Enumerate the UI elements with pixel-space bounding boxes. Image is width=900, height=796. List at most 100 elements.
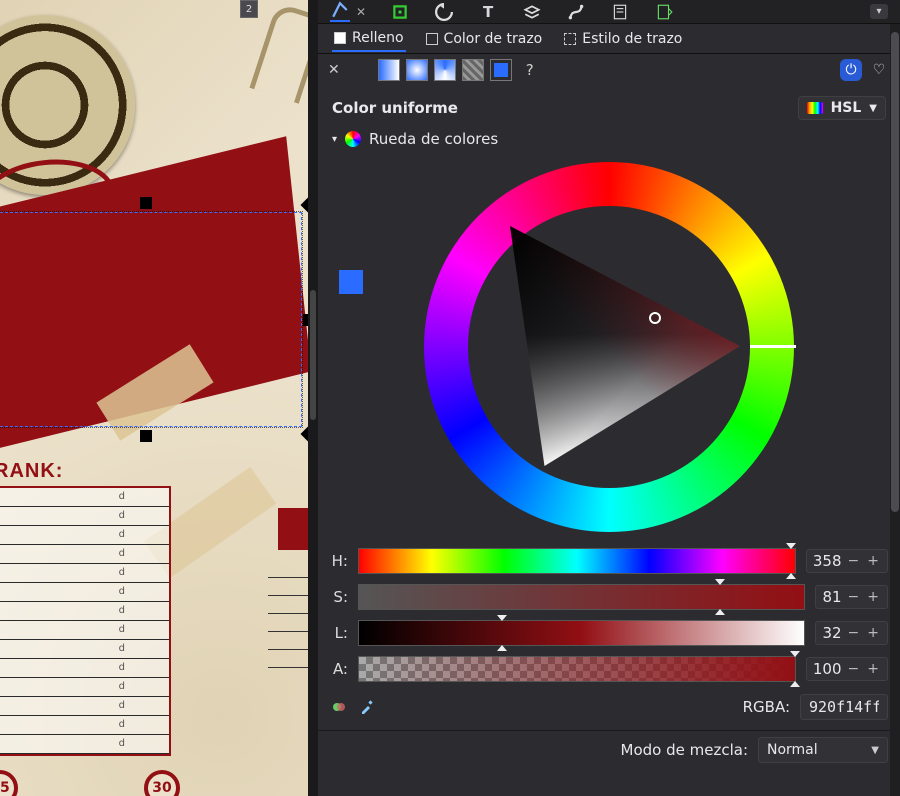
color-mode-select[interactable]: HSL ▼	[798, 96, 886, 120]
swatch-swatch[interactable]	[490, 59, 512, 81]
rgba-row: RGBA:	[318, 690, 900, 730]
table-row: d	[0, 526, 169, 545]
text-tool-icon[interactable]: T	[478, 2, 498, 22]
decrement-icon[interactable]: −	[846, 553, 862, 569]
table-row: d	[0, 602, 169, 621]
toolbar-overflow-icon[interactable]: ▾	[870, 4, 888, 19]
decrement-icon[interactable]: −	[846, 625, 862, 641]
panel-scrollbar[interactable]	[890, 24, 900, 796]
no-paint-icon[interactable]: ✕	[328, 62, 340, 78]
canvas-scrollbar[interactable]	[308, 0, 318, 796]
light-label: L:	[330, 624, 348, 642]
light-slider[interactable]	[358, 620, 805, 646]
hue-ring-marker[interactable]	[750, 345, 796, 348]
alpha-spinner[interactable]: 100 − +	[806, 657, 888, 681]
color-wheel-section[interactable]: ▾ Rueda de colores	[318, 122, 900, 156]
decrement-icon[interactable]: −	[846, 589, 862, 605]
pattern-swatch[interactable]	[462, 59, 484, 81]
resize-handle-bottom[interactable]	[140, 430, 152, 442]
table-row: d	[0, 735, 169, 754]
d-cell: d	[119, 662, 125, 673]
d-cell: d	[119, 738, 125, 749]
scrollbar-thumb[interactable]	[891, 32, 899, 512]
unknown-paint-icon[interactable]: ?	[526, 61, 534, 79]
d-cell: d	[119, 681, 125, 692]
selection-bounding-box[interactable]	[0, 212, 302, 427]
color-picker-icon[interactable]	[358, 698, 376, 716]
transform-icon[interactable]	[434, 2, 454, 22]
increment-icon[interactable]: +	[865, 589, 881, 605]
table-row: d	[0, 583, 169, 602]
canvas-pane[interactable]: PARRY RANK: dddddddddddddd 25 30 2 ⋮	[0, 0, 318, 796]
hsl-color-wheel[interactable]	[424, 162, 794, 532]
fill-swatch-icon	[334, 32, 346, 44]
blend-value: Normal	[767, 742, 818, 758]
d-cell: d	[119, 605, 125, 616]
page-number-tag[interactable]: 2	[240, 0, 258, 18]
d-cell: d	[119, 719, 125, 730]
d-cell: d	[119, 700, 125, 711]
alpha-row: A: 100 − +	[330, 656, 888, 682]
pin-panel-icon[interactable]: ⏻	[840, 59, 862, 81]
table-row: d	[0, 621, 169, 640]
sat-slider[interactable]	[358, 584, 805, 610]
d-cell: d	[119, 491, 125, 502]
color-manage-icon[interactable]	[330, 698, 348, 716]
light-value: 32	[822, 624, 841, 642]
hue-slider[interactable]	[358, 548, 796, 574]
increment-icon[interactable]: +	[865, 661, 881, 677]
paint-type-row: ✕ ? ⏻ ♡	[318, 54, 900, 86]
hue-spinner[interactable]: 358 − +	[806, 549, 888, 573]
chevron-down-icon: ▼	[869, 103, 877, 114]
mode-gradient-icon	[807, 102, 823, 114]
table-row: d	[0, 640, 169, 659]
section-title-text: Color uniforme	[332, 99, 458, 117]
table-row: d	[0, 678, 169, 697]
light-row: L: 32 − +	[330, 620, 888, 646]
chevron-down-icon: ▼	[871, 745, 879, 756]
increment-icon[interactable]: +	[865, 625, 881, 641]
alpha-slider[interactable]	[358, 656, 796, 682]
tab-fill[interactable]: Relleno	[332, 26, 406, 52]
resize-handle-top[interactable]	[140, 197, 152, 209]
favorite-icon[interactable]: ♡	[868, 59, 890, 81]
rgba-input[interactable]	[800, 694, 888, 720]
rank-table: dddddddddddddd	[0, 486, 171, 756]
layers-icon[interactable]	[522, 2, 542, 22]
expander-icon[interactable]: ▾	[332, 134, 337, 145]
alpha-value: 100	[813, 660, 842, 678]
color-wheel-label: Rueda de colores	[369, 130, 498, 148]
object-properties-icon[interactable]	[610, 2, 630, 22]
table-row: d	[0, 488, 169, 507]
mode-label: HSL	[831, 100, 862, 116]
sat-value: 81	[822, 588, 841, 606]
increment-icon[interactable]: +	[865, 553, 881, 569]
linear-gradient-swatch[interactable]	[378, 59, 400, 81]
blend-mode-row: Modo de mezcla: Normal ▼	[318, 730, 900, 769]
mesh-gradient-swatch[interactable]	[434, 59, 456, 81]
path-effects-icon[interactable]	[566, 2, 586, 22]
fill-stroke-dialog-icon[interactable]	[330, 2, 350, 22]
radial-gradient-swatch[interactable]	[406, 59, 428, 81]
blend-mode-select[interactable]: Normal ▼	[758, 737, 888, 763]
d-cell: d	[119, 624, 125, 635]
color-wheel-icon	[345, 131, 361, 147]
d-cell: d	[119, 510, 125, 521]
hsl-sliders: H: 358 − + S: 81 − + L:	[318, 546, 900, 690]
flat-color-swatch[interactable]	[340, 271, 362, 293]
table-row: d	[0, 659, 169, 678]
table-row: d	[0, 564, 169, 583]
hue-label: H:	[330, 552, 348, 570]
scrollbar-thumb[interactable]	[310, 290, 316, 420]
tab-stroke-paint[interactable]: Color de trazo	[424, 27, 545, 51]
export-icon[interactable]	[654, 2, 674, 22]
hue-value: 358	[813, 552, 842, 570]
sat-spinner[interactable]: 81 − +	[815, 585, 888, 609]
tab-stroke-style[interactable]: Estilo de trazo	[562, 27, 684, 51]
tab-label: Relleno	[352, 30, 404, 46]
align-distribute-icon[interactable]	[390, 2, 410, 22]
decrement-icon[interactable]: −	[846, 661, 862, 677]
light-spinner[interactable]: 32 − +	[815, 621, 888, 645]
close-dock-icon[interactable]: ✕	[356, 5, 366, 19]
triangle-picker-marker[interactable]	[649, 312, 661, 324]
